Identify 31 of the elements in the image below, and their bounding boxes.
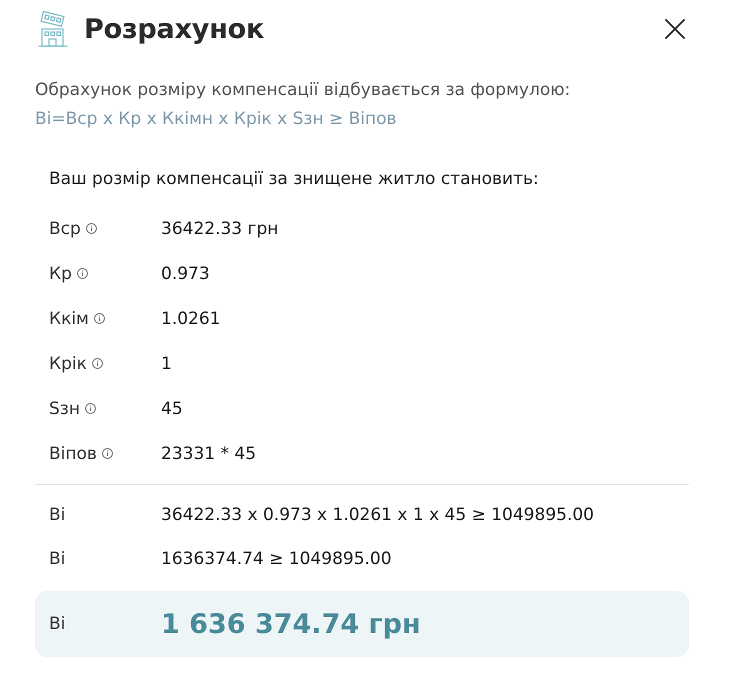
- calculation-value: 1636374.74 ≥ 1049895.00: [161, 549, 392, 569]
- parameter-label: Кр: [49, 264, 72, 284]
- close-button[interactable]: [663, 17, 687, 41]
- info-icon[interactable]: [92, 358, 103, 369]
- dialog-title: Розрахунок: [84, 14, 266, 44]
- parameter-label: Крік: [49, 354, 87, 374]
- parameter-value: 1: [161, 354, 172, 374]
- summary-heading: Ваш розмір компенсації за знищене житло становить:: [49, 168, 540, 191]
- info-icon[interactable]: [102, 448, 113, 459]
- close-icon: [663, 17, 687, 41]
- info-icon[interactable]: [76, 268, 88, 279]
- result-amount: 1 636 374.74 грн: [161, 608, 421, 640]
- formula-text: Ві=Вср x Кр x Ккімн x Крік x Sзн ≥ Віпов: [35, 108, 398, 131]
- result-label: Ві: [49, 614, 66, 634]
- info-icon[interactable]: [84, 403, 96, 414]
- parameter-label: Вср: [49, 218, 81, 238]
- parameter-value: 1.0261: [161, 308, 220, 328]
- parameter-label: Ккім: [49, 308, 89, 328]
- calculation-value: 36422.33 x 0.973 x 1.0261 x 1 x 45 ≥ 1049895.00: [161, 505, 594, 525]
- parameter-value: 45: [161, 398, 183, 418]
- damaged-building-icon: [38, 11, 68, 47]
- parameter-label: Sзн: [49, 398, 80, 418]
- parameter-value: 0.973: [161, 264, 210, 284]
- parameter-value: 36422.33 грн: [161, 218, 278, 238]
- info-icon[interactable]: [86, 223, 97, 234]
- info-icon[interactable]: [94, 313, 105, 324]
- description-text: Обрахунок розміру компенсації відбувається за формулою:: [35, 79, 572, 102]
- parameter-label: Віпов: [49, 444, 97, 464]
- calculation-label: Ві: [49, 549, 66, 569]
- parameter-value: 23331 * 45: [161, 444, 256, 464]
- calculation-label: Ві: [49, 505, 66, 525]
